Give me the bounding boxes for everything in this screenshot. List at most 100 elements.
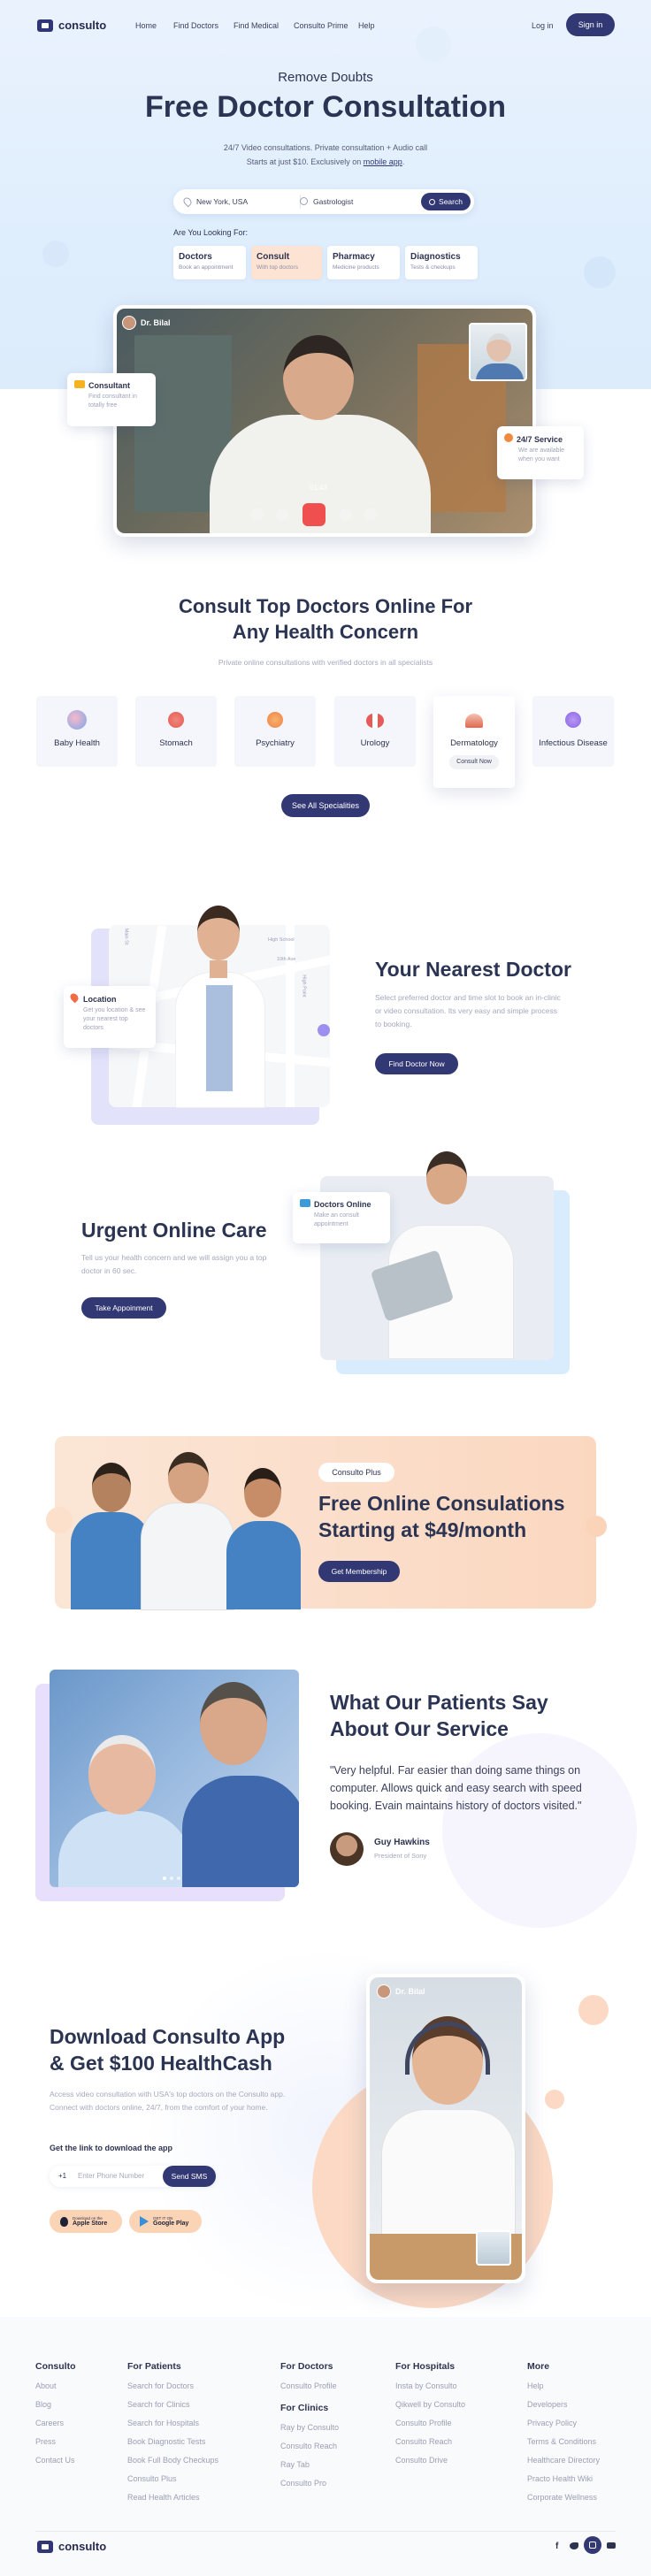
map-road [286,925,295,1107]
specialty-psychiatry[interactable]: Psychiatry [234,696,316,767]
nearest-title: Your Nearest Doctor [375,958,571,981]
settings-icon[interactable] [364,508,377,521]
footer-col-hospitals: For Hospitals Insta by Consulto Qikwell … [395,2361,465,2470]
see-all-specialities-button[interactable]: See All Specialities [281,794,370,817]
footer-link[interactable]: Consulto Drive [395,2451,465,2470]
footer-link[interactable]: Practo Health Wiki [527,2470,600,2488]
footer-link[interactable]: Insta by Consulto [395,2377,465,2396]
specialty-dermatology[interactable]: Dermatology Consult Now [433,696,515,788]
search-bar: New York, USA Gastrologist Search [173,189,474,214]
screen-share-icon[interactable] [251,508,264,521]
doctor-head [426,1151,467,1204]
specialty-label: Infectious Disease [539,738,608,748]
looking-for-label: Are You Looking For: [173,228,249,237]
specialty-label: Urology [360,738,390,748]
footer-link[interactable]: About [35,2377,76,2396]
category-consult[interactable]: Consult With top doctors [251,246,322,279]
facebook-icon[interactable]: f [555,2542,558,2551]
google-play-button[interactable]: GET IT ON Google Play [129,2210,202,2233]
nav-help[interactable]: Help [358,21,375,30]
decor-circle [416,27,451,62]
footer-heading: For Patients [127,2361,181,2372]
camera-icon[interactable] [340,508,352,521]
specialty-input[interactable]: Gastrologist [313,197,353,206]
footer-link[interactable]: Contact Us [35,2451,76,2470]
footer-brand-logo[interactable]: consulto [37,2540,106,2553]
footer-link[interactable]: Read Health Articles [127,2488,218,2507]
twitter-icon[interactable] [570,2542,578,2549]
category-pharmacy[interactable]: Pharmacy Medicine products [327,246,400,279]
send-sms-button[interactable]: Send SMS [163,2166,216,2187]
youtube-icon[interactable] [607,2542,616,2549]
find-doctor-button[interactable]: Find Doctor Now [375,1053,458,1074]
footer-link[interactable]: Search for Doctors [127,2377,218,2396]
location-input[interactable]: New York, USA [196,197,248,206]
consultant-sub: Find consultant in totally free [88,394,137,409]
page: consulto Home Find Doctors Find Medical … [0,0,651,2576]
carousel-dot[interactable] [163,1877,166,1880]
footer-link[interactable]: Ray by Consulto [280,2419,339,2437]
footer-link[interactable]: Developers [527,2396,600,2414]
consult-now-button[interactable]: Consult Now [449,755,499,769]
footer-link[interactable]: Consulto Profile [395,2414,465,2433]
app-title-1: Download Consulto App [50,2025,286,2048]
avatar [377,1984,391,1999]
logo-icon [37,19,53,32]
footer-link[interactable]: Consulto Profile [280,2377,339,2396]
category-sub: Tests & checkups [410,264,456,271]
footer-link[interactable]: Blog [35,2396,76,2414]
footer-link[interactable]: Consulto Reach [395,2433,465,2451]
decor-circle [578,1995,609,2025]
footer-link[interactable]: Book Diagnostic Tests [127,2433,218,2451]
doctor-shirt [182,1776,299,1887]
footer-link[interactable]: Consulto Reach [280,2437,339,2456]
map-marker-icon [318,1024,330,1036]
footer-link[interactable]: Help [527,2377,600,2396]
category-diagnostics[interactable]: Diagnostics Tests & checkups [405,246,478,279]
footer-link[interactable]: Consulto Plus [127,2470,218,2488]
brand-logo[interactable]: consulto [37,19,106,32]
footer-link[interactable]: Privacy Policy [527,2414,600,2433]
category-doctors[interactable]: Doctors Book an appointment [173,246,246,279]
footer-heading: Consulto [35,2361,76,2372]
plus-title-1: Free Online Consulations [318,1492,565,1515]
nav-find-medical[interactable]: Find Medical [234,21,279,30]
category-title: Diagnostics [410,252,461,262]
footer-link[interactable]: Press [35,2433,76,2451]
nav-home[interactable]: Home [135,21,157,30]
login-link[interactable]: Log in [532,21,554,30]
phone-input[interactable]: Enter Phone Number [78,2172,144,2180]
apple-store-button[interactable]: Download on the Apple Store [50,2210,122,2233]
carousel-dot[interactable] [170,1877,173,1880]
footer-link[interactable]: Terms & Conditions [527,2433,600,2451]
footer-link[interactable]: Consulto Pro [280,2474,339,2493]
specialty-stomach[interactable]: Stomach [135,696,217,767]
footer-link[interactable]: Qikwell by Consulto [395,2396,465,2414]
self-view-thumbnail[interactable] [469,323,527,381]
nav-find-doctors[interactable]: Find Doctors [173,21,218,30]
footer-link[interactable]: Ray Tab [280,2456,339,2474]
signin-button[interactable]: Sign in [566,13,615,36]
nav-consulto-prime[interactable]: Consulto Prime [294,21,348,30]
take-appointment-button[interactable]: Take Appoinment [81,1297,166,1319]
specialty-urology[interactable]: Urology [334,696,416,767]
get-membership-button[interactable]: Get Membership [318,1561,400,1582]
country-code-select[interactable]: +1 [58,2172,66,2180]
footer-link[interactable]: Corporate Wellness [527,2488,600,2507]
footer-link[interactable]: Search for Clinics [127,2396,218,2414]
carousel-dot[interactable] [177,1877,180,1880]
footer-link[interactable]: Search for Hospitals [127,2414,218,2433]
specialty-label: Stomach [159,738,193,748]
end-call-button[interactable] [303,503,326,526]
mobile-app-link[interactable]: mobile app [364,157,402,166]
footer-link[interactable]: Healthcare Directory [527,2451,600,2470]
apple-icon [60,2216,68,2227]
instagram-icon[interactable] [584,2536,601,2554]
self-view-thumbnail[interactable] [476,2230,511,2266]
specialty-baby-health[interactable]: Baby Health [36,696,118,767]
search-button[interactable]: Search [421,193,471,210]
specialty-infectious-disease[interactable]: Infectious Disease [532,696,614,767]
microphone-icon[interactable] [276,508,288,521]
footer-link[interactable]: Careers [35,2414,76,2433]
footer-link[interactable]: Book Full Body Checkups [127,2451,218,2470]
